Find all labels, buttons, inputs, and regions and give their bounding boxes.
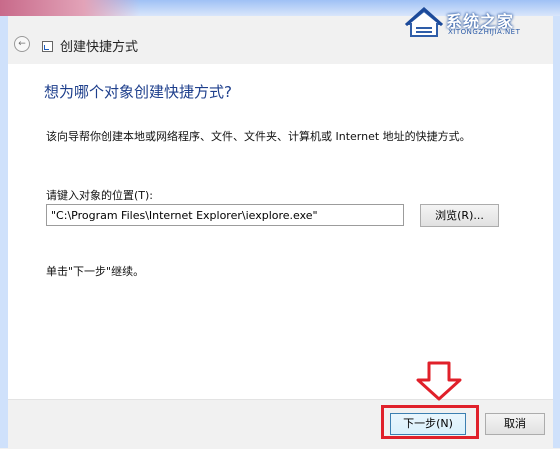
watermark-logo: 系统之家 XITONGZHIJIA.NET (402, 6, 552, 40)
location-input[interactable] (46, 204, 404, 226)
cancel-button[interactable]: 取消 (485, 413, 545, 435)
house-logo-icon (405, 6, 443, 37)
wizard-content-panel: 想为哪个对象创建快捷方式? 该向导帮你创建本地或网络程序、文件、文件夹、计算机或… (8, 64, 553, 399)
down-arrow-icon (416, 361, 462, 401)
desktop-background-strip (0, 0, 140, 16)
browse-button[interactable]: 浏览(R)... (420, 204, 499, 227)
wizard-description: 该向导帮你创建本地或网络程序、文件、文件夹、计算机或 Internet 地址的快… (46, 130, 471, 143)
window-right-frame (553, 16, 560, 448)
window-left-frame (0, 16, 8, 448)
continue-hint: 单击"下一步"继续。 (46, 265, 145, 278)
watermark-url: XITONGZHIJIA.NET (448, 28, 521, 36)
shortcut-wizard-icon (42, 41, 53, 52)
back-arrow-icon[interactable]: ← (14, 36, 30, 52)
window-title: 创建快捷方式 (60, 40, 139, 55)
location-label: 请键入对象的位置(T): (46, 189, 154, 202)
next-button[interactable]: 下一步(N) (390, 413, 466, 435)
page-heading: 想为哪个对象创建快捷方式? (44, 83, 232, 101)
